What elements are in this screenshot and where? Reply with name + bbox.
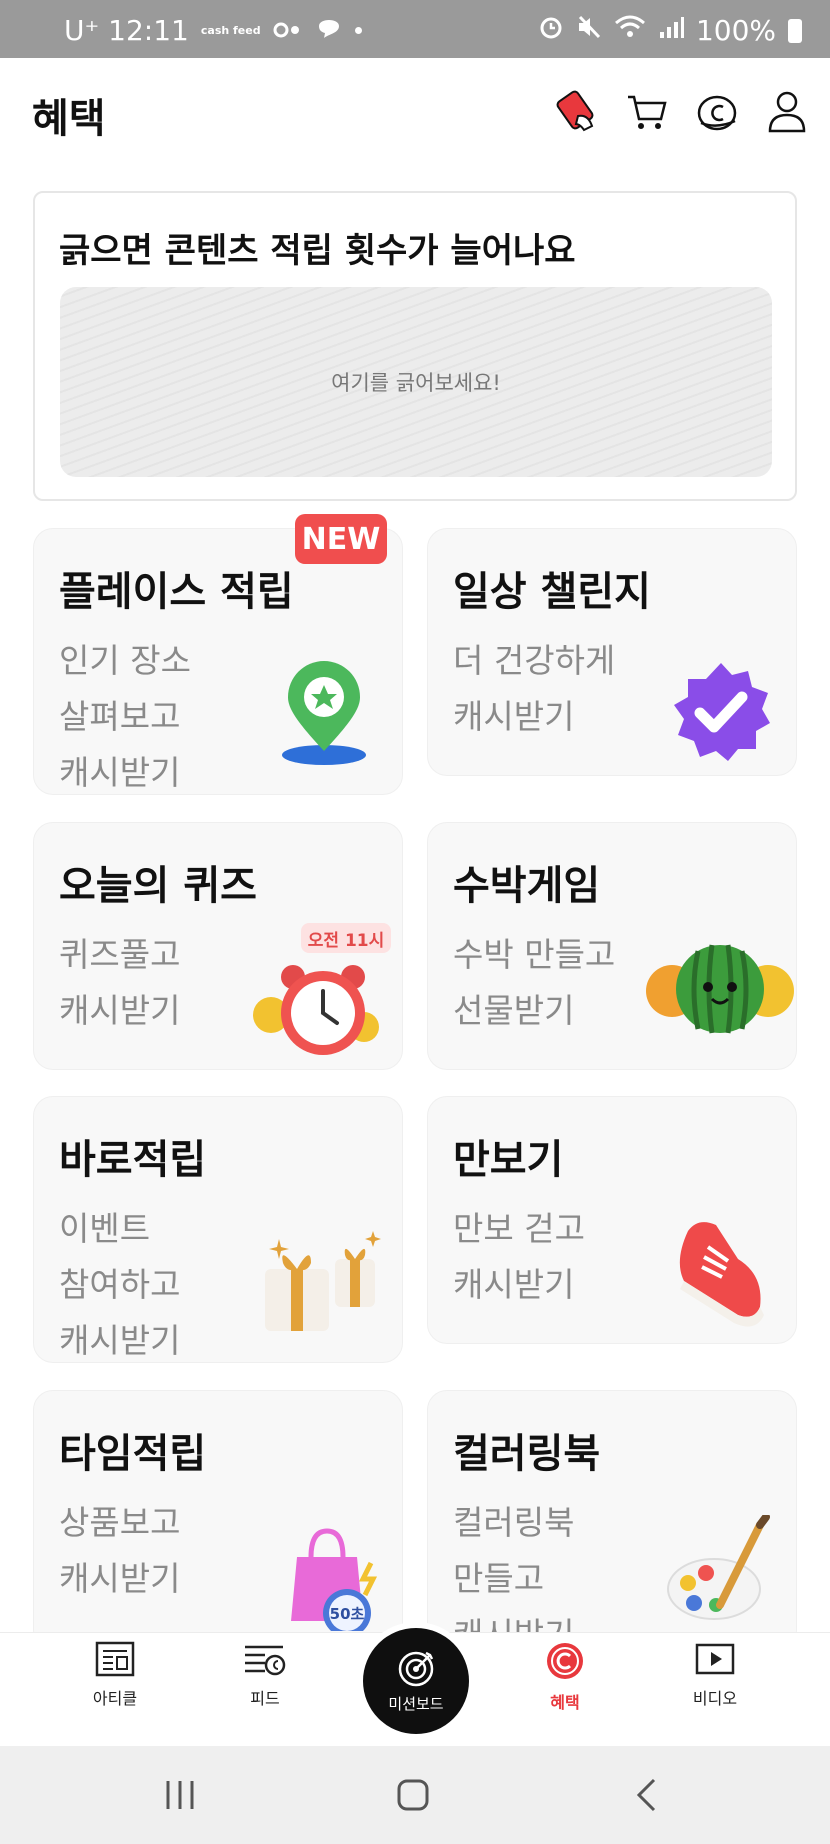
card-title: 컬러링북 [453,1431,601,1477]
quiz-time-badge: 오전 11시 [301,923,391,953]
signal-icon [658,14,684,47]
feed-icon [245,1645,286,1676]
home-icon[interactable] [383,1770,443,1820]
nav-video[interactable]: 비디오 [655,1641,775,1741]
card-title: 플레이스 적립 [59,569,294,615]
shopping-bag-icon: 50초 [279,1521,389,1637]
verified-badge-icon [666,657,776,771]
cash-icon[interactable] [694,88,740,134]
battery-icon [788,18,802,43]
nav-label: 미션보드 [388,1694,444,1713]
cashfeed-notification-icon: cash feed [200,24,261,37]
chat-notification-icon [315,14,343,47]
recent-apps-icon[interactable] [150,1770,210,1820]
card-place-reward[interactable]: 플레이스 적립 인기 장소 살펴보고 캐시받기 [33,528,403,795]
scratch-card-title: 긁으면 콘텐츠 적립 횟수가 늘어나요 [59,231,576,271]
map-pin-icon [274,659,374,773]
battery-percentage: 100% [695,14,776,47]
card-watermelon-game[interactable]: 수박게임 수박 만들고 선물받기 [427,822,797,1070]
mute-icon [576,14,602,47]
card-title: 만보기 [453,1137,564,1183]
back-icon[interactable] [616,1770,676,1820]
card-description: 컬러링북 만들고 캐시받기 [453,1503,575,1649]
timer-badge: 50초 [330,1605,365,1623]
card-pedometer[interactable]: 만보기 만보 걷고 캐시받기 [427,1096,797,1344]
target-icon [398,1651,434,1686]
card-coloring-book[interactable]: 컬러링북 컬러링북 만들고 캐시받기 [427,1390,797,1650]
scratch-area[interactable]: 여기를 긁어보세요! [60,287,772,477]
new-badge: NEW [295,514,387,564]
card-daily-challenge[interactable]: 일상 챌린지 더 건강하게 캐시받기 [427,528,797,776]
coupon-icon[interactable] [554,88,600,134]
scratch-hint: 여기를 긁어보세요! [331,371,501,395]
watermelon-icon [646,933,794,1047]
card-description: 만보 걷고 캐시받기 [453,1209,585,1304]
video-play-icon [695,1643,735,1675]
nav-label: 비디오 [692,1689,738,1708]
profile-icon[interactable] [764,88,810,134]
card-title: 수박게임 [453,863,601,909]
card-description: 상품보고 캐시받기 [59,1503,181,1598]
card-instant-reward[interactable]: 바로적립 이벤트 참여하고 캐시받기 [33,1096,403,1363]
page-header: 혜택 [0,58,830,170]
more-notifications-dot [354,27,362,34]
card-title: 타임적립 [59,1431,207,1477]
card-title: 오늘의 퀴즈 [59,863,257,909]
card-description: 퀴즈풀고 캐시받기 [59,935,181,1030]
page-title: 혜택 [32,96,106,142]
nav-benefit[interactable]: 혜택 [505,1641,625,1741]
cart-icon[interactable] [624,88,670,134]
paint-palette-icon [664,1513,774,1635]
card-description: 더 건강하게 캐시받기 [453,641,616,736]
card-description: 이벤트 참여하고 캐시받기 [59,1209,181,1360]
system-navigation-bar [0,1746,830,1844]
card-description: 수박 만들고 선물받기 [453,935,616,1030]
nav-mission-board[interactable]: 미션보드 [363,1628,469,1734]
link-notification-icon [273,14,303,47]
nav-article[interactable]: 아티클 [55,1641,175,1741]
card-time-reward[interactable]: 타임적립 상품보고 캐시받기 50초 [33,1390,403,1650]
gift-boxes-icon [249,1219,389,1349]
status-bar: U⁺ 12:11 cash feed 100% [0,0,830,58]
alarm-icon [538,14,564,47]
article-icon [95,1641,135,1677]
sneaker-icon [668,1211,778,1339]
card-description: 인기 장소 살펴보고 캐시받기 [59,641,191,792]
wifi-icon [614,14,646,47]
card-title: 바로적립 [59,1137,207,1183]
benefit-coin-icon [547,1643,583,1679]
nav-label: 피드 [250,1689,280,1708]
nav-label: 아티클 [92,1689,138,1708]
carrier-time: U⁺ 12:11 [64,14,189,47]
card-title: 일상 챌린지 [453,569,651,615]
nav-feed[interactable]: 피드 [205,1641,325,1741]
scratch-card: 긁으면 콘텐츠 적립 횟수가 늘어나요 여기를 긁어보세요! [33,191,797,501]
alarm-clock-icon [249,955,389,1067]
nav-label: 혜택 [550,1693,580,1712]
